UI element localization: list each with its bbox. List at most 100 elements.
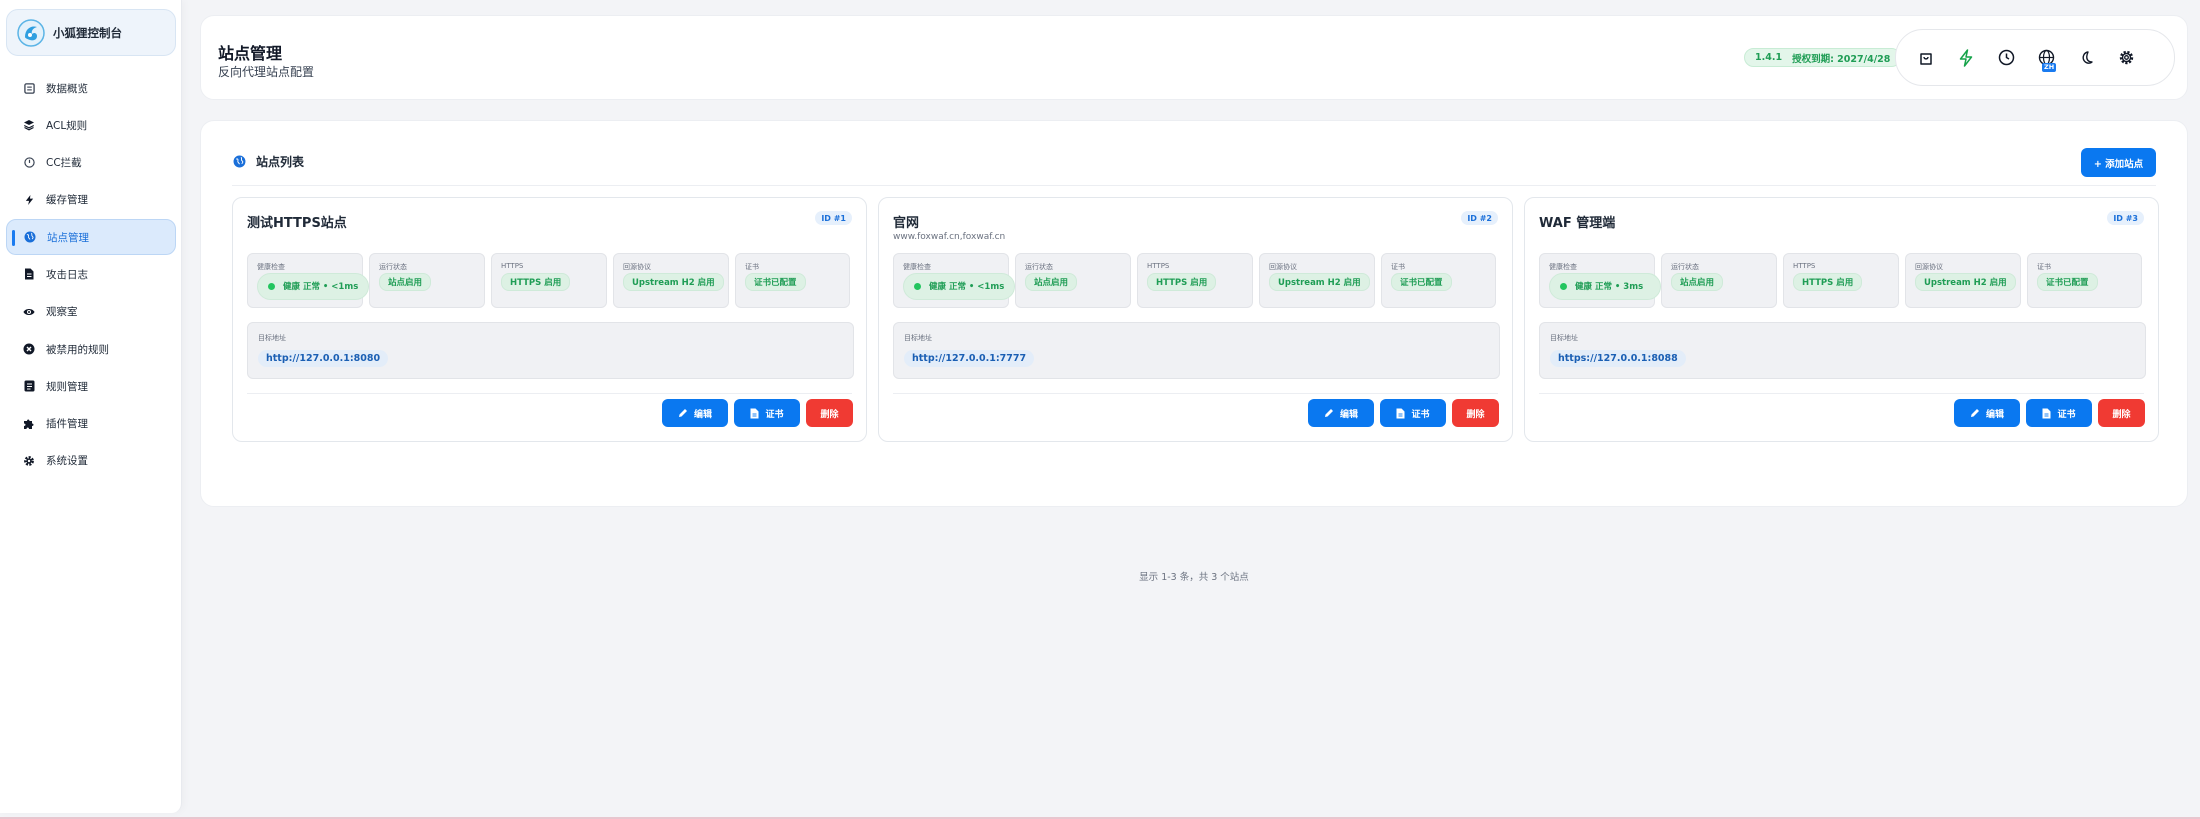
language-badge: ZH <box>2042 62 2057 72</box>
lightning-icon <box>1959 48 1973 67</box>
pagination-summary: 显示 1-3 条，共 3 个站点 <box>1139 572 1249 583</box>
page-title: 站点管理 <box>218 44 283 63</box>
target-url[interactable]: https://127.0.0.1:8088 <box>1550 350 1686 367</box>
sidebar-item-observe[interactable]: 观察室 <box>6 294 176 330</box>
stat-label: 运行状态 <box>1025 263 1053 271</box>
edit-button[interactable]: 编辑 <box>1308 399 1374 427</box>
run-status-stat: 运行状态 站点启用 <box>1015 253 1131 308</box>
panel-header: 站点列表 <box>233 153 304 170</box>
site-stats: 健康检查 健康 正常 • 3ms 运行状态 站点启用 HTTPS HTTPS 启… <box>1539 253 2142 308</box>
certificate-button[interactable]: 证书 <box>1380 399 1446 427</box>
sidebar-item-rules[interactable]: 规则管理 <box>6 368 176 404</box>
certificate-button[interactable]: 证书 <box>734 399 800 427</box>
https-badge: HTTPS 启用 <box>1793 273 1863 291</box>
theme-toggle-button[interactable] <box>2076 48 2096 68</box>
dashboard-icon <box>23 82 35 94</box>
stat-label: 运行状态 <box>379 263 407 271</box>
cert-badge: 证书已配置 <box>2037 273 2098 291</box>
site-id-badge: ID #3 <box>2107 211 2144 225</box>
list-icon <box>23 380 35 392</box>
sidebar-item-cache[interactable]: 缓存管理 <box>6 182 176 218</box>
upstream-stat: 回源协议 Upstream H2 启用 <box>613 253 729 308</box>
stat-label: 证书 <box>1391 263 1405 271</box>
delete-button[interactable]: 删除 <box>1452 399 1499 427</box>
divider <box>247 393 852 394</box>
sidebar-item-label: 观察室 <box>46 306 78 319</box>
run-status-stat: 运行状态 站点启用 <box>369 253 485 308</box>
sidebar-item-label: ACL规则 <box>46 119 88 132</box>
site-card: WAF 管理端 ID #3 健康检查 健康 正常 • 3ms 运行状态 站点启用… <box>1524 197 2159 442</box>
clock-icon <box>1998 49 2014 66</box>
sidebar-item-disabled-rules[interactable]: 被禁用的规则 <box>6 331 176 367</box>
delete-button[interactable]: 删除 <box>2098 399 2145 427</box>
certificate-button[interactable]: 证书 <box>2026 399 2092 427</box>
file-icon <box>2042 408 2051 418</box>
health-text: 健康 正常 • <1ms <box>283 281 359 292</box>
health-stat: 健康检查 健康 正常 • 3ms <box>1539 253 1661 308</box>
sidebar-item-label: 规则管理 <box>46 380 88 393</box>
file-icon <box>750 408 759 418</box>
pencil-icon <box>1324 409 1333 417</box>
target-url[interactable]: http://127.0.0.1:8080 <box>258 350 389 367</box>
status-dot-icon <box>914 283 921 290</box>
site-card: 官网 www.foxwaf.cn,foxwaf.cn ID #2 健康检查 健康… <box>878 197 1513 442</box>
edit-button[interactable]: 编辑 <box>662 399 728 427</box>
globe-icon <box>24 231 36 243</box>
brand[interactable]: 小狐狸控制台 <box>6 9 176 56</box>
status-badge: 站点启用 <box>1671 273 1724 291</box>
target-url[interactable]: http://127.0.0.1:7777 <box>904 350 1035 367</box>
fox-logo-icon <box>17 18 45 47</box>
edit-label: 编辑 <box>1339 409 1358 420</box>
stat-label: 健康检查 <box>1549 263 1577 271</box>
sidebar-item-sites[interactable]: 站点管理 <box>6 219 176 256</box>
status-badge: 站点启用 <box>1025 273 1078 291</box>
divider <box>1539 393 2144 394</box>
divider <box>232 185 2156 186</box>
stat-label: 证书 <box>2037 263 2051 271</box>
sidebar-item-cc[interactable]: CC拦截 <box>6 145 176 181</box>
run-status-stat: 运行状态 站点启用 <box>1661 253 1777 308</box>
status-dot-icon <box>268 283 275 290</box>
history-button[interactable] <box>1996 48 2016 68</box>
stat-label: 回源协议 <box>1269 263 1297 271</box>
clock-icon <box>23 157 35 169</box>
health-status: 健康 正常 • <1ms <box>903 273 1015 300</box>
cert-badge: 证书已配置 <box>745 273 806 291</box>
version-badge: 1.4.1 授权到期: 2027/4/28 <box>1744 48 1902 67</box>
version-text: 1.4.1 <box>1755 52 1783 63</box>
gear-icon <box>2119 50 2133 65</box>
edit-button[interactable]: 编辑 <box>1954 399 2020 427</box>
sidebar-item-settings[interactable]: 系统设置 <box>6 443 176 479</box>
https-stat: HTTPS HTTPS 启用 <box>1783 253 1899 308</box>
status-badge: 站点启用 <box>379 273 432 291</box>
site-stats: 健康检查 健康 正常 • <1ms 运行状态 站点启用 HTTPS HTTPS … <box>893 253 1496 308</box>
settings-button[interactable] <box>2116 48 2136 68</box>
page-header: 站点管理 反向代理站点配置 1.4.1 授权到期: 2027/4/28 ZH <box>200 15 2188 100</box>
sidebar-item-acl[interactable]: ACL规则 <box>6 107 176 143</box>
health-stat: 健康检查 健康 正常 • <1ms <box>247 253 369 308</box>
shop-button[interactable] <box>1916 48 1936 68</box>
panel-title: 站点列表 <box>256 155 305 169</box>
target-label: 目标地址 <box>904 334 932 342</box>
language-button[interactable]: ZH <box>2036 48 2057 72</box>
certificate-label: 证书 <box>2057 409 2076 420</box>
stat-label: 回源协议 <box>1915 263 1943 271</box>
health-status: 健康 正常 • <1ms <box>257 273 369 300</box>
delete-button[interactable]: 删除 <box>806 399 853 427</box>
health-text: 健康 正常 • <1ms <box>929 281 1005 292</box>
health-text: 健康 正常 • 3ms <box>1575 281 1644 292</box>
sidebar-item-attack-log[interactable]: 攻击日志 <box>6 256 176 292</box>
license-text: 授权到期: 2027/4/28 <box>1792 53 1891 65</box>
performance-button[interactable] <box>1956 48 1976 68</box>
site-card: 测试HTTPS站点 ID #1 健康检查 健康 正常 • <1ms 运行状态 站… <box>232 197 867 442</box>
file-icon <box>23 268 35 280</box>
certificate-label: 证书 <box>1411 409 1430 420</box>
add-site-button[interactable]: + 添加站点 <box>2081 148 2156 177</box>
sidebar-item-dashboard[interactable]: 数据概览 <box>6 70 176 106</box>
stat-label: HTTPS <box>1147 262 1170 270</box>
stat-label: HTTPS <box>501 262 524 270</box>
stat-label: 健康检查 <box>257 263 285 271</box>
sidebar-item-plugins[interactable]: 插件管理 <box>6 406 176 442</box>
cert-stat: 证书 证书已配置 <box>1381 253 1496 308</box>
upstream-badge: Upstream H2 启用 <box>1269 273 1370 291</box>
